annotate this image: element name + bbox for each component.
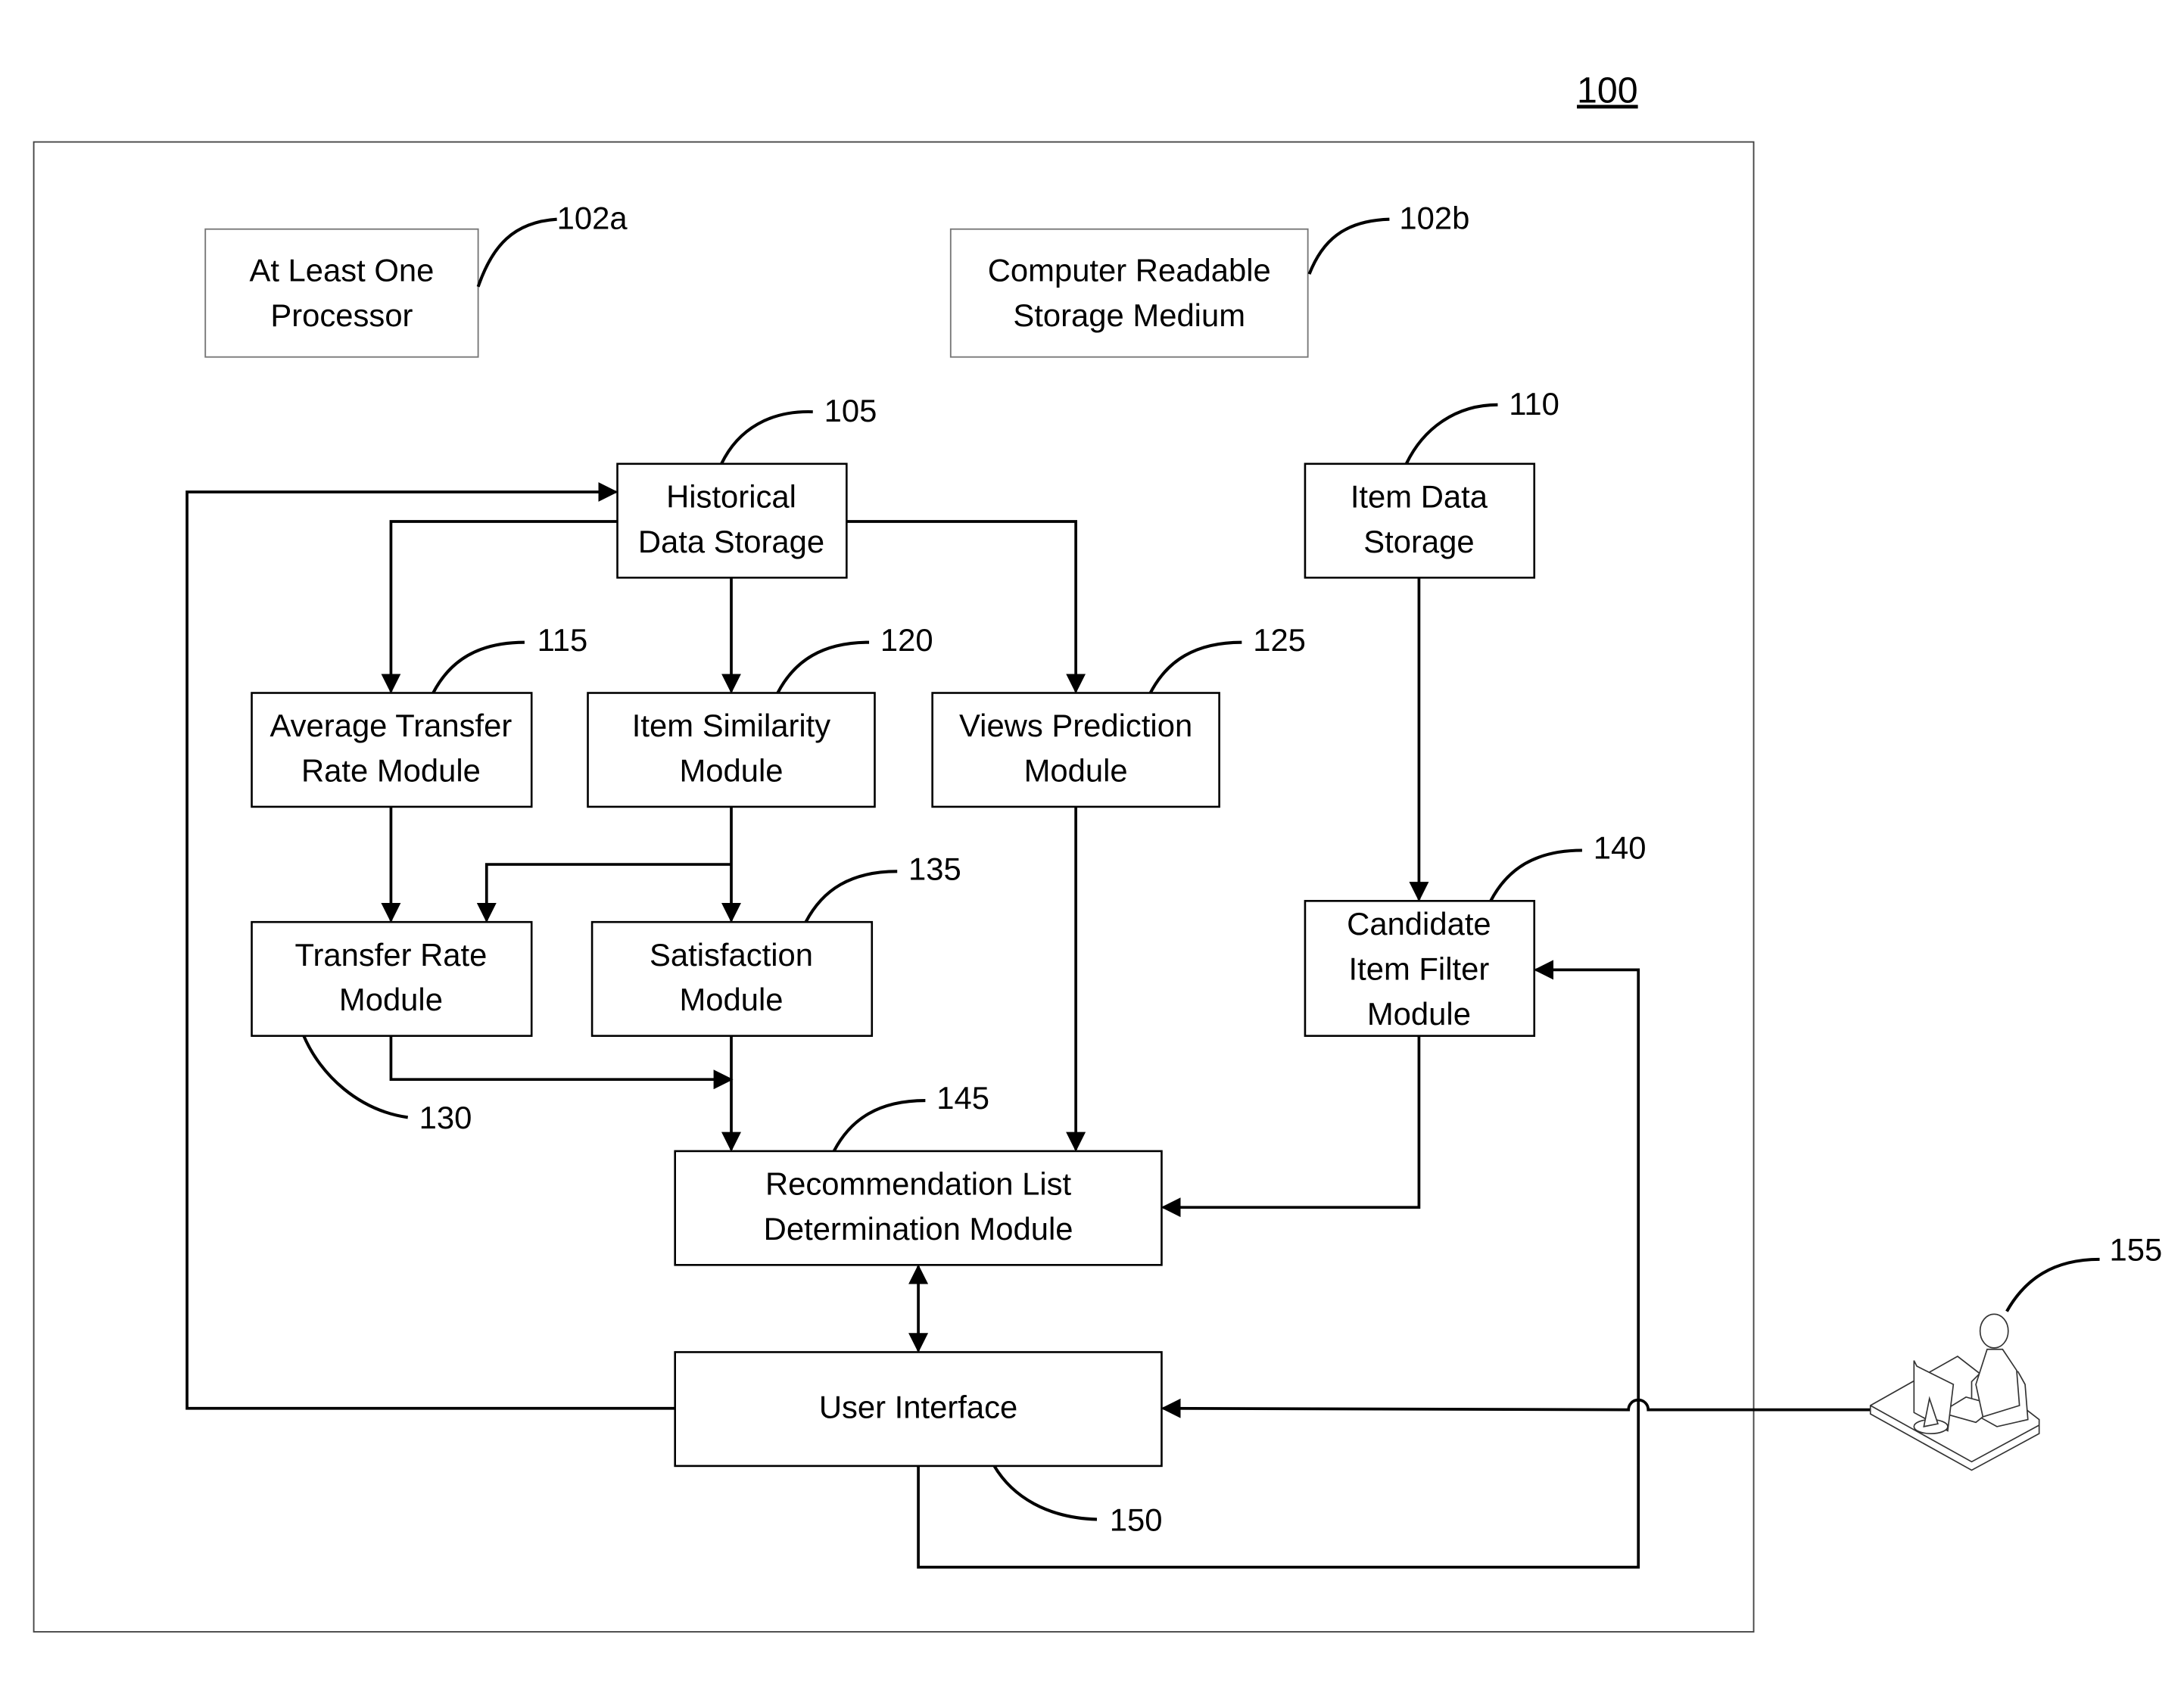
- transfer-rate-module-block[interactable]: Transfer Rate Module: [251, 920, 533, 1037]
- item-data-storage-block[interactable]: Item Data Storage: [1304, 462, 1536, 579]
- historical-data-storage-line1: Historical: [666, 478, 796, 514]
- ref-102b: 102b: [1399, 201, 1469, 236]
- leader-line-110: [1404, 403, 1498, 465]
- views-prediction-line1: Views Prediction: [959, 708, 1192, 743]
- arrow-transfer-rate-to-recommendation: [389, 1035, 734, 1090]
- user-interface-block[interactable]: User Interface: [674, 1351, 1163, 1468]
- ref-105: 105: [824, 393, 877, 428]
- leader-line-125: [1148, 640, 1242, 694]
- item-similarity-line2: Module: [679, 753, 783, 789]
- arrow-similarity-to-transfer-rate: [476, 863, 732, 923]
- satisfaction-line2: Module: [679, 982, 783, 1017]
- storage-medium-block[interactable]: Computer Readable Storage Medium: [949, 228, 1309, 358]
- arrow-historical-to-views-prediction: [846, 520, 1086, 694]
- ref-110: 110: [1509, 386, 1559, 422]
- arrow-historical-to-average-transfer: [381, 520, 618, 694]
- arrow-user-interface-to-candidate-filter: [917, 960, 1640, 1569]
- leader-line-102b: [1307, 217, 1390, 275]
- storage-medium-label-line1: Computer Readable: [988, 252, 1271, 288]
- item-data-storage-line2: Storage: [1363, 524, 1474, 559]
- figure-number: 100: [1577, 70, 1638, 111]
- item-similarity-module-block[interactable]: Item Similarity Module: [587, 692, 876, 808]
- item-data-storage-line1: Item Data: [1351, 478, 1488, 514]
- transfer-rate-line1: Transfer Rate: [294, 937, 487, 973]
- leader-line-145: [832, 1099, 926, 1152]
- ref-155: 155: [2110, 1232, 2163, 1268]
- arrow-user-to-user-interface: [1161, 1398, 1871, 1418]
- ref-102a: 102a: [557, 201, 628, 236]
- recommendation-list-line2: Determination Module: [764, 1211, 1073, 1247]
- candidate-item-filter-module-block[interactable]: Candidate Item Filter Module: [1304, 900, 1536, 1037]
- user-interface-label: User Interface: [819, 1390, 1017, 1425]
- ref-140: 140: [1594, 830, 1647, 866]
- leader-line-150: [992, 1465, 1098, 1521]
- candidate-item-filter-line3: Module: [1367, 996, 1471, 1032]
- ref-130: 130: [419, 1100, 472, 1135]
- average-transfer-rate-line2: Rate Module: [301, 753, 481, 789]
- leader-line-115: [432, 640, 525, 694]
- processor-label-line2: Processor: [270, 297, 413, 333]
- ref-145: 145: [936, 1080, 989, 1116]
- leader-line-155: [2005, 1257, 2100, 1312]
- historical-data-storage-line2: Data Storage: [638, 524, 824, 559]
- item-similarity-line1: Item Similarity: [632, 708, 830, 743]
- ref-120: 120: [880, 622, 933, 658]
- views-prediction-module-block[interactable]: Views Prediction Module: [931, 692, 1220, 808]
- ref-150: 150: [1110, 1502, 1163, 1537]
- leader-line-140: [1489, 848, 1582, 902]
- processor-block[interactable]: At Least One Processor: [204, 228, 479, 358]
- storage-medium-label-line2: Storage Medium: [1013, 297, 1245, 333]
- transfer-rate-line2: Module: [339, 982, 443, 1017]
- candidate-item-filter-line1: Candidate: [1347, 906, 1491, 942]
- leader-line-105: [720, 410, 813, 465]
- user-at-computer-icon: [1869, 1313, 2040, 1471]
- ref-115: 115: [537, 622, 588, 658]
- average-transfer-rate-line1: Average Transfer: [270, 708, 513, 743]
- average-transfer-rate-module-block[interactable]: Average Transfer Rate Module: [251, 692, 533, 808]
- leader-line-102a: [476, 217, 557, 288]
- arrow-candidate-filter-to-recommendation: [1161, 1035, 1421, 1218]
- leader-line-120: [776, 640, 870, 694]
- historical-data-storage-block[interactable]: Historical Data Storage: [616, 462, 848, 579]
- recommendation-list-determination-module-block[interactable]: Recommendation List Determination Module: [674, 1150, 1163, 1266]
- views-prediction-line2: Module: [1024, 753, 1128, 789]
- candidate-item-filter-line2: Item Filter: [1349, 951, 1490, 986]
- processor-label-line1: At Least One: [249, 252, 434, 288]
- satisfaction-line1: Satisfaction: [650, 937, 813, 973]
- ref-125: 125: [1253, 622, 1306, 658]
- ref-135: 135: [908, 851, 961, 887]
- recommendation-list-line1: Recommendation List: [765, 1166, 1072, 1201]
- system-block-diagram: 100 At Least One Processor 102a Computer…: [33, 70, 2163, 1633]
- satisfaction-module-block[interactable]: Satisfaction Module: [590, 920, 874, 1037]
- leader-line-135: [804, 870, 898, 923]
